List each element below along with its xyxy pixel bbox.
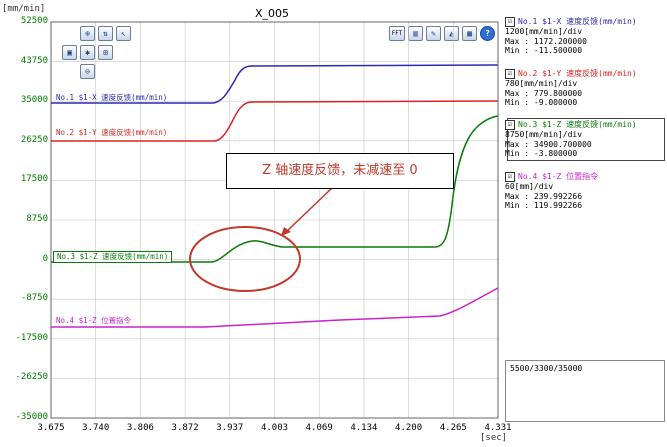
- plot-label-z: No.3 $1-Z 速度反馈(mm/min): [53, 251, 173, 263]
- plot-label-y: No.2 $1-Y 速度反馈(mm/min): [56, 128, 168, 137]
- y-tick-label: -35000: [15, 412, 48, 422]
- channel-4-div: 60[mm]/div: [505, 182, 554, 191]
- y-tick-label: -8750: [20, 293, 48, 304]
- channel-1-div: 1200[mm/min]/div: [505, 27, 583, 36]
- channel-4-min: Min : 119.992266: [505, 201, 583, 211]
- y-tick-label: 17500: [20, 174, 48, 185]
- channel-2-title: No.2 $1-Y 速度反馈(mm/min): [518, 69, 637, 79]
- channel-1-title: No.1 $1-X 速度反馈(mm/min): [518, 17, 637, 27]
- channel-2-checkbox[interactable]: ☑: [505, 69, 515, 79]
- channel-3-min: Min : -3.800000: [505, 149, 578, 159]
- channel-3-max: Max : 34900.700000: [505, 139, 592, 149]
- channel-info-4: ☑ No.4 $1-Z 位置指令 60[mm]/div Max : 239.992…: [505, 172, 665, 211]
- channel-1-min: Min : -11.500000: [505, 46, 583, 56]
- plot-label-x: No.1 $1-X 速度反馈(mm/min): [56, 93, 168, 102]
- y-tick-label: 35000: [20, 95, 48, 106]
- x-tick-label: 3.937: [216, 423, 244, 433]
- y-tick-label: -17500: [15, 332, 48, 343]
- channel-info-2: ☑ No.2 $1-Y 速度反馈(mm/min) 780[mm/min]/div …: [505, 69, 665, 108]
- channel-1-checkbox[interactable]: ☑: [505, 17, 515, 27]
- channel-4-title: No.4 $1-Z 位置指令: [518, 172, 599, 182]
- x-tick-label: 3.675: [37, 423, 65, 433]
- channel-info-3: ☑ No.3 $1-Z 速度反馈(mm/min) 8750[mm/min]/div…: [505, 120, 665, 159]
- y-tick-label: 43750: [20, 55, 48, 66]
- status-text-box[interactable]: 5500/3300/35000: [505, 360, 665, 422]
- channel-2-div: 780[mm/min]/div: [505, 79, 578, 88]
- channel-info-1: ☑ No.1 $1-X 速度反馈(mm/min) 1200[mm/min]/div…: [505, 17, 665, 56]
- plot-label-zpos: No.4 $1-Z 位置指令: [56, 316, 132, 325]
- channel-2-max: Max : 779.800000: [505, 88, 583, 98]
- channel-3-div: 8750[mm/min]/div: [505, 130, 583, 139]
- x-tick-label: 3.872: [171, 423, 199, 433]
- status-text: 5500/3300/35000: [510, 364, 583, 373]
- y-tick-label: 52500: [20, 16, 48, 26]
- y-tick-label: 8750: [26, 214, 48, 224]
- channel-3-checkbox[interactable]: ☑: [505, 120, 515, 130]
- x-tick-label: 3.740: [82, 423, 110, 433]
- annotation-callout: Z 轴速度反馈，未减速至 0: [226, 153, 454, 189]
- x-tick-label: 4.331: [484, 423, 512, 433]
- y-tick-label: 26250: [20, 134, 48, 145]
- callout-arrow: [285, 187, 333, 233]
- highlight-ellipse: [189, 226, 301, 292]
- x-axis-unit: [sec]: [480, 433, 508, 443]
- grid: [50, 21, 499, 419]
- x-tick-label: 4.265: [439, 423, 467, 433]
- x-tick-label: 4.003: [260, 423, 289, 433]
- x-tick-label: 4.069: [305, 423, 333, 433]
- channel-2-min: Min : -9.000000: [505, 98, 578, 108]
- y-tick-label: 0: [42, 253, 48, 264]
- x-tick-label: 4.200: [395, 423, 423, 433]
- channel-1-max: Max : 1172.200000: [505, 36, 587, 46]
- y-tick-label: -26250: [15, 372, 48, 383]
- channel-3-title: No.3 $1-Z 速度反馈(mm/min): [518, 120, 637, 130]
- x-tick-label: 3.806: [126, 423, 154, 433]
- waveform-window: [mm/min] X_005 ⊕ ⇅ ↖ ▣ ✱ ⊞ ⊖ FFT ▥ ✎ ◭ ▦…: [0, 0, 667, 447]
- x-tick-label: 4.134: [350, 423, 378, 433]
- channel-4-max: Max : 239.992266: [505, 191, 583, 201]
- channel-4-checkbox[interactable]: ☑: [505, 172, 515, 182]
